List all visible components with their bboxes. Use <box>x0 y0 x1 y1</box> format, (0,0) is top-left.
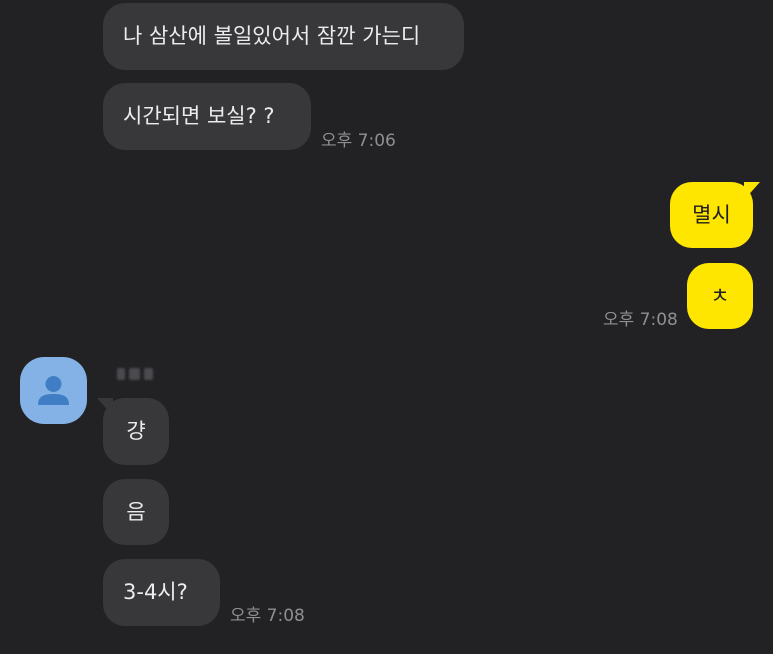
message-bubble-incoming[interactable]: 걍 <box>103 398 169 465</box>
message-text: 음 <box>126 499 146 524</box>
message-text: ㅊ <box>710 283 730 308</box>
message-bubble-incoming[interactable]: 3-4시? <box>103 559 220 626</box>
message-timestamp: 오후 7:08 <box>230 606 305 626</box>
sender-name-redacted <box>117 368 157 380</box>
message-timestamp: 오후 7:06 <box>321 131 396 151</box>
message-text: 멸시 <box>692 202 731 227</box>
avatar[interactable] <box>20 357 87 424</box>
message-timestamp: 오후 7:08 <box>603 310 678 330</box>
message-text: 나 삼산에 볼일있어서 잠깐 가는디 <box>123 24 421 48</box>
message-bubble-incoming[interactable]: 음 <box>103 479 169 545</box>
message-bubble-outgoing[interactable]: 멸시 <box>670 182 753 248</box>
message-text: 걍 <box>126 419 146 443</box>
message-bubble-outgoing[interactable]: ㅊ <box>687 263 753 329</box>
message-bubble-incoming[interactable]: 시간되면 보실? ? <box>103 83 311 150</box>
message-text: 3-4시? <box>123 580 188 604</box>
message-bubble-incoming[interactable]: 나 삼산에 볼일있어서 잠깐 가는디 <box>103 3 464 70</box>
default-person-icon <box>38 376 69 405</box>
message-text: 시간되면 보실? ? <box>123 104 275 128</box>
